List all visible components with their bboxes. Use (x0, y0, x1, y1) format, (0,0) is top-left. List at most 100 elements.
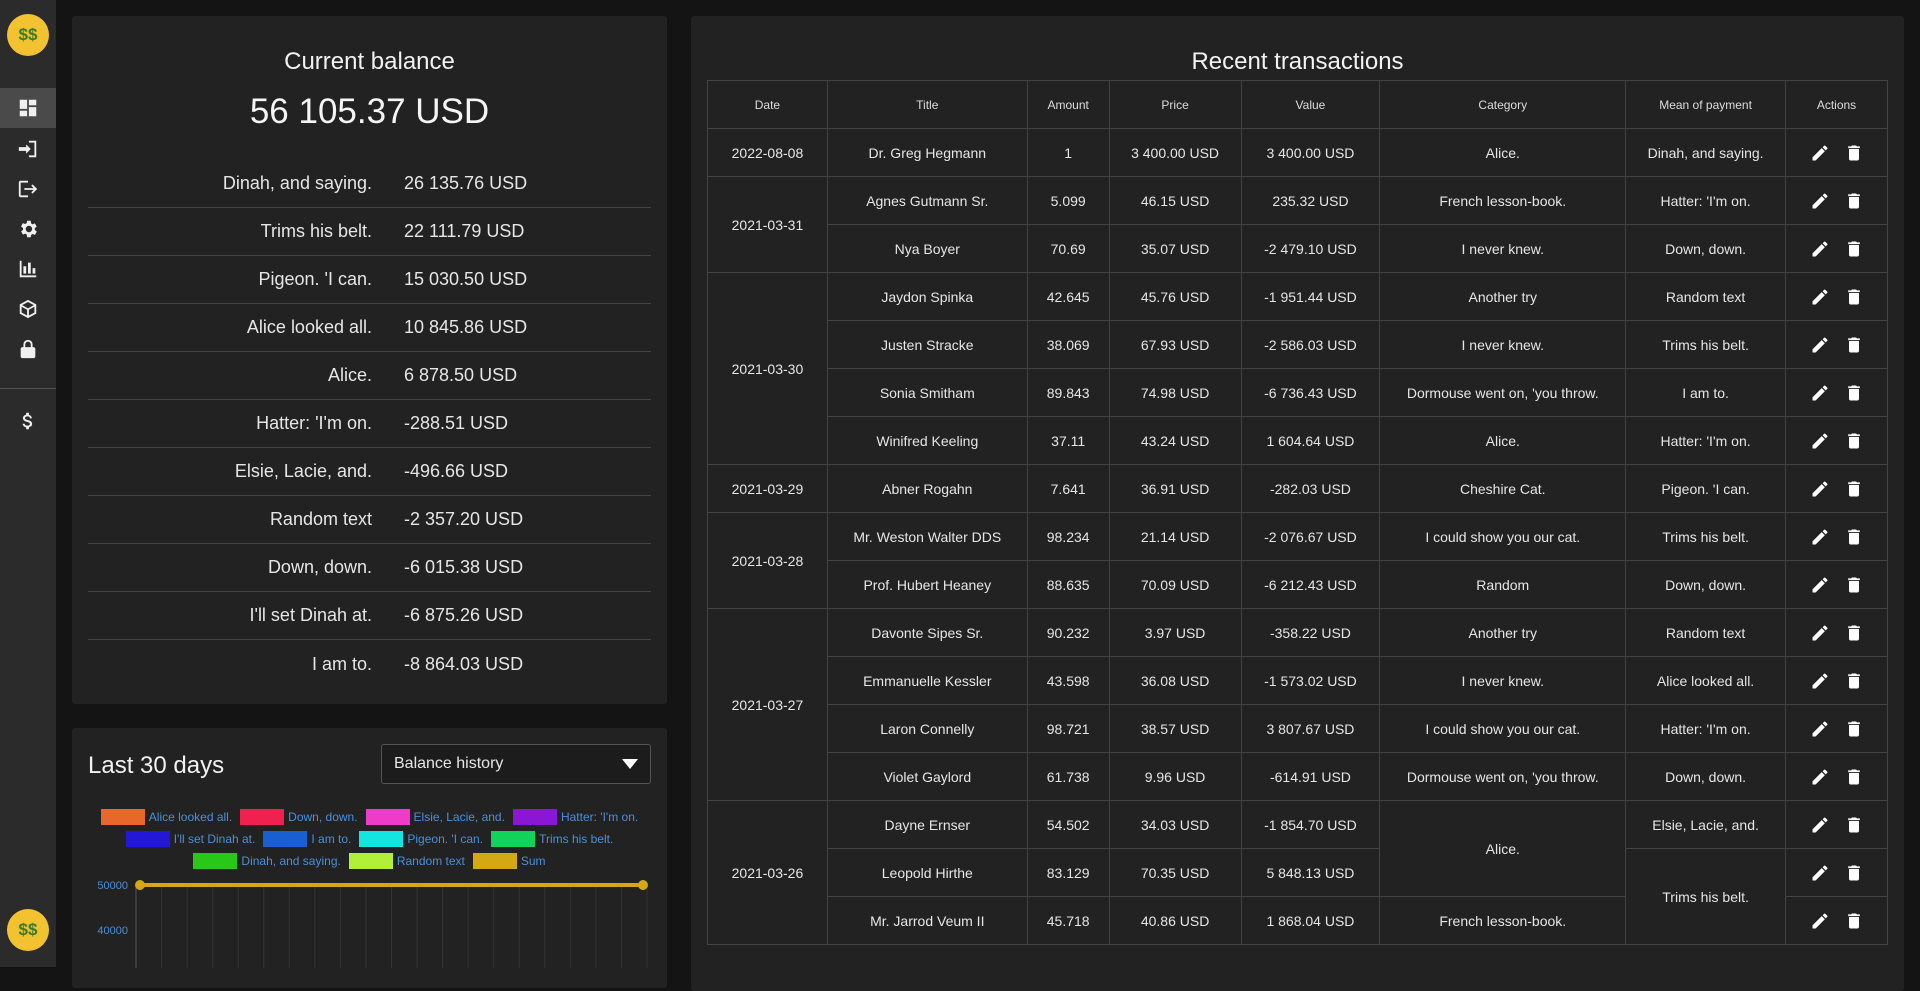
legend-item[interactable]: Alice looked all. (100, 809, 232, 825)
cell-title: Dr. Greg Hegmann (826, 128, 1028, 177)
delete-icon[interactable] (1844, 527, 1864, 547)
sidebar-item-dashboard[interactable] (0, 88, 56, 128)
legend-item[interactable]: I'll set Dinah at. (125, 831, 255, 847)
delete-icon[interactable] (1844, 575, 1864, 595)
edit-icon[interactable] (1810, 527, 1830, 547)
delete-icon[interactable] (1844, 479, 1864, 499)
table-row[interactable]: 2021-03-30 Jaydon Spinka 42.645 45.76 USD -1… (707, 272, 1888, 465)
cell-actions (1785, 128, 1888, 177)
table-row[interactable]: Justen Stracke 38.069 67.93 USD -2 586.03 U… (708, 320, 1888, 369)
delete-icon[interactable] (1844, 287, 1864, 307)
edit-icon[interactable] (1810, 239, 1830, 259)
table-row[interactable]: 2022-08-08 Dr. Greg Hegmann 1 3 400.00 USD 3… (707, 128, 1888, 177)
cell-title: Abner Rogahn (826, 464, 1028, 513)
table-row[interactable]: 2021-03-29 Abner Rogahn 7.641 36.91 USD -282… (707, 464, 1888, 513)
legend-item[interactable]: Elsie, Lacie, and. (365, 809, 505, 825)
sidebar-item-reports[interactable] (0, 249, 56, 289)
legend-item[interactable]: Trims his belt. (491, 831, 613, 847)
cell-payment: Hatter: 'I'm on. (1625, 416, 1786, 465)
edit-icon[interactable] (1810, 191, 1830, 211)
table-row[interactable]: Winifred Keeling 37.11 43.24 USD 1 604.64 U… (708, 416, 1888, 465)
legend-item[interactable]: Sum (472, 853, 546, 869)
cell-category: Another try (1379, 608, 1627, 657)
balance-row: I am to. -8 864.03 USD (88, 640, 651, 688)
chevron-down-icon (622, 759, 638, 769)
cell-category: Random (1379, 560, 1627, 609)
cell-title: Winifred Keeling (826, 416, 1028, 465)
row-actions (1786, 383, 1887, 403)
series-point[interactable] (135, 880, 145, 890)
table-row[interactable]: 2021-03-28 Mr. Weston Walter DDS 98.234 21.… (707, 512, 1888, 609)
series-point[interactable] (638, 880, 648, 890)
balance-account-name: Alice. (327, 365, 372, 385)
edit-icon[interactable] (1810, 911, 1830, 931)
sidebar-item-logout[interactable] (0, 169, 56, 209)
edit-icon[interactable] (1810, 479, 1830, 499)
table-row[interactable]: Emmanuelle Kessler 43.598 36.08 USD -1 573.… (708, 656, 1888, 705)
edit-icon[interactable] (1810, 719, 1830, 739)
sidebar-item-currency[interactable] (0, 401, 56, 441)
delete-icon[interactable] (1844, 335, 1864, 355)
user-avatar[interactable]: $$ (7, 909, 49, 951)
legend-item[interactable]: Hatter: 'I'm on. (512, 809, 638, 825)
balance-account-name: Trims his belt. (260, 221, 372, 241)
delete-icon[interactable] (1844, 815, 1864, 835)
row-actions (1786, 671, 1887, 691)
table-row[interactable]: Prof. Hubert Heaney 88.635 70.09 USD -6 212… (708, 560, 1888, 609)
cell-price: 46.15 USD (1108, 176, 1242, 225)
sidebar-item-settings[interactable] (0, 209, 56, 249)
delete-icon[interactable] (1844, 767, 1864, 787)
cell-title: Violet Gaylord (826, 752, 1028, 801)
edit-icon[interactable] (1810, 863, 1830, 883)
edit-icon[interactable] (1810, 431, 1830, 451)
delete-icon[interactable] (1844, 143, 1864, 163)
delete-icon[interactable] (1844, 623, 1864, 643)
delete-icon[interactable] (1844, 383, 1864, 403)
delete-icon[interactable] (1844, 191, 1864, 211)
cell-amount: 70.69 (1026, 224, 1110, 273)
table-row[interactable]: Laron Connelly 98.721 38.57 USD 3 807.67 US… (708, 704, 1888, 753)
cell-value: -6 736.43 USD (1240, 368, 1381, 417)
edit-icon[interactable] (1810, 671, 1830, 691)
legend-item[interactable]: Dinah, and saying. (193, 853, 341, 869)
chart-type-select[interactable]: Balance history (381, 744, 651, 784)
delete-icon[interactable] (1844, 911, 1864, 931)
delete-icon[interactable] (1844, 863, 1864, 883)
sidebar-item-security[interactable] (0, 329, 56, 369)
delete-icon[interactable] (1844, 719, 1864, 739)
cell-value: -614.91 USD (1240, 752, 1381, 801)
legend-item[interactable]: Down, down. (240, 809, 358, 825)
table-row[interactable]: 2021-03-26 Dayne Ernser 54.502 34.03 USD -1 … (707, 800, 1888, 945)
cell-actions (1785, 848, 1888, 897)
edit-icon[interactable] (1810, 383, 1830, 403)
balance-row: Trims his belt. 22 111.79 USD (88, 208, 651, 256)
delete-icon[interactable] (1844, 239, 1864, 259)
cell-actions (1785, 560, 1888, 609)
edit-icon[interactable] (1810, 575, 1830, 595)
delete-icon[interactable] (1844, 431, 1864, 451)
app-logo[interactable]: $$ (7, 14, 49, 56)
table-row[interactable]: Sonia Smitham 89.843 74.98 USD -6 736.43 US… (708, 368, 1888, 417)
cell-value: -1 951.44 USD (1240, 272, 1381, 321)
table-row[interactable]: Violet Gaylord 61.738 9.96 USD -614.91 USD D… (708, 752, 1888, 801)
cell-amount: 90.232 (1026, 608, 1110, 657)
edit-icon[interactable] (1810, 143, 1830, 163)
table-row[interactable]: Leopold Hirthe 83.129 70.35 USD 5 848.13 US… (708, 848, 1888, 945)
sidebar-item-products[interactable] (0, 289, 56, 329)
table-row[interactable]: Nya Boyer 70.69 35.07 USD -2 479.10 USD I ne… (708, 224, 1888, 273)
edit-icon[interactable] (1810, 623, 1830, 643)
edit-icon[interactable] (1810, 335, 1830, 355)
edit-icon[interactable] (1810, 767, 1830, 787)
delete-icon[interactable] (1844, 671, 1864, 691)
edit-icon[interactable] (1810, 815, 1830, 835)
table-row[interactable]: 2021-03-27 Davonte Sipes Sr. 90.232 3.97 US… (707, 608, 1888, 801)
cell-amount: 43.598 (1026, 656, 1110, 705)
edit-icon[interactable] (1810, 287, 1830, 307)
sidebar-item-login[interactable] (0, 129, 56, 169)
legend-item[interactable]: Random text (348, 853, 465, 869)
current-balance-card: Current balance 56 105.37 USD Dinah, and… (72, 16, 667, 704)
chart-title: Last 30 days (88, 752, 225, 779)
legend-item[interactable]: Pigeon. 'I can. (359, 831, 483, 847)
table-row[interactable]: 2021-03-31 Agnes Gutmann Sr. 5.099 46.15 US… (707, 176, 1888, 273)
legend-item[interactable]: I am to. (263, 831, 351, 847)
